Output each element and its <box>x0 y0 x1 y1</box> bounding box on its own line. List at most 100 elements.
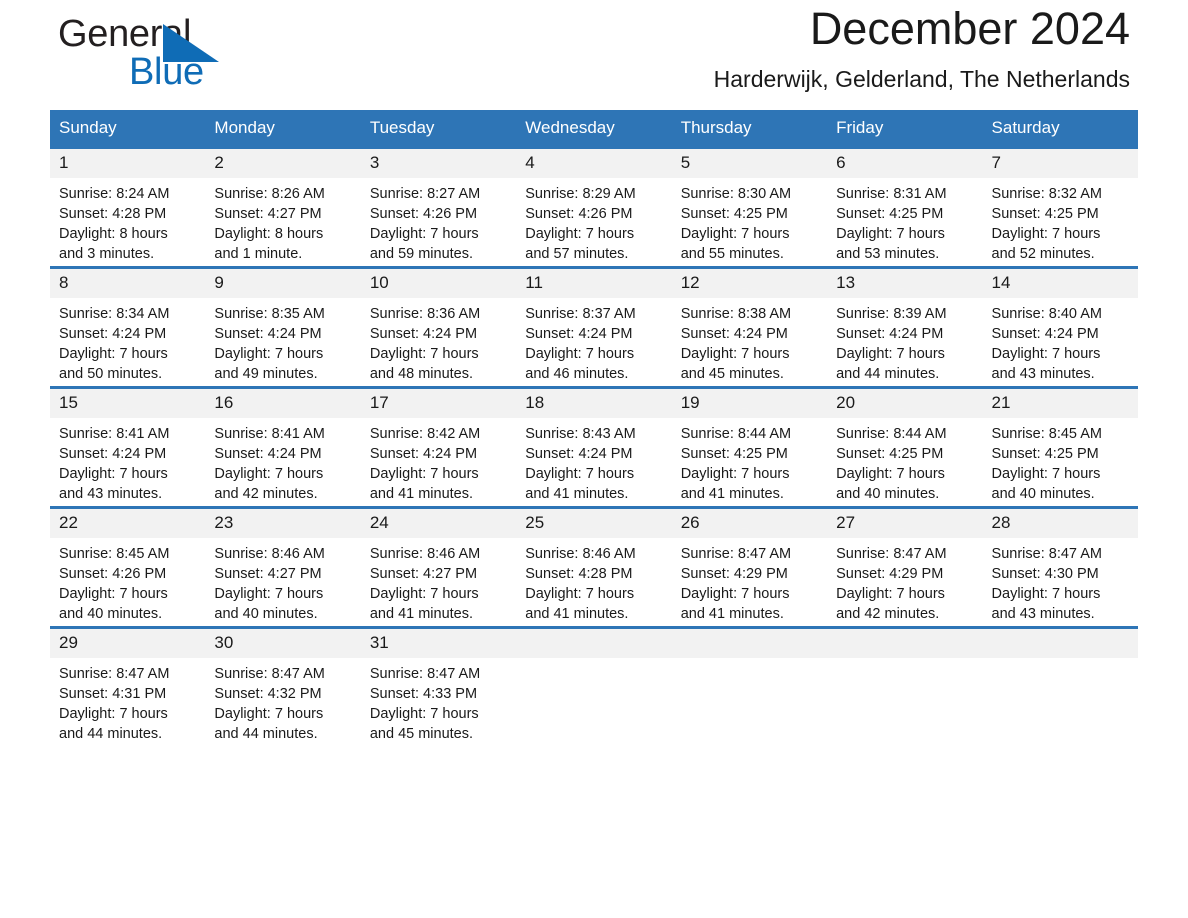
sunset-text: Sunset: 4:25 PM <box>680 446 788 462</box>
daylight-text-line2: and 40 minutes. <box>991 486 1095 502</box>
daylight-text-line1: Daylight: 7 hours <box>214 346 324 362</box>
daylight-text-line1: Daylight: 7 hours <box>369 226 479 242</box>
calendar-day-cell[interactable]: 7 Sunrise: 8:32 AM Sunset: 4:25 PM Daylight… <box>982 146 1138 268</box>
daylight-text-line1: Daylight: 7 hours <box>59 346 168 362</box>
calendar-day-cell[interactable]: 26 Sunrise: 8:47 AM Sunset: 4:29 PM Dayligh… <box>671 506 828 628</box>
calendar-day-cell[interactable]: 29 Sunrise: 8:47 AM Sunset: 4:31 PM Dayligh… <box>50 626 206 746</box>
sunset-text: Sunset: 4:27 PM <box>369 566 478 582</box>
daylight-text-line1: Daylight: 8 hours <box>59 226 168 242</box>
daylight-text-line2: and 52 minutes. <box>991 246 1095 262</box>
calendar-day-cell[interactable]: 11 Sunrise: 8:37 AM Sunset: 4:24 PM Dayligh… <box>516 266 672 388</box>
sunset-text: Sunset: 4:25 PM <box>836 206 944 222</box>
daylight-text-line2: and 45 minutes. <box>680 366 784 382</box>
daylight-text-line1: Daylight: 7 hours <box>525 346 635 362</box>
calendar-day-cell-empty <box>671 626 828 746</box>
calendar-day-cell[interactable]: 10 Sunrise: 8:36 AM Sunset: 4:24 PM Dayligh… <box>360 266 517 388</box>
day-details: Sunrise: 8:34 AM Sunset: 4:24 PM Daylight:… <box>50 298 205 384</box>
sunrise-text: Sunrise: 8:44 AM <box>680 426 792 442</box>
sunset-text: Sunset: 4:24 PM <box>59 446 167 462</box>
sunrise-text: Sunrise: 8:47 AM <box>836 546 947 562</box>
day-details: Sunrise: 8:29 AM Sunset: 4:26 PM Daylight:… <box>516 178 671 264</box>
day-details: Sunrise: 8:31 AM Sunset: 4:25 PM Daylight:… <box>827 178 982 264</box>
calendar-day-cell[interactable]: 15 Sunrise: 8:41 AM Sunset: 4:24 PM Dayligh… <box>50 386 206 508</box>
sunset-text: Sunset: 4:27 PM <box>214 566 322 582</box>
calendar-day-cell[interactable]: 6 Sunrise: 8:31 AM Sunset: 4:25 PM Daylight… <box>827 146 983 268</box>
day-details: Sunrise: 8:44 AM Sunset: 4:25 PM Daylight:… <box>827 418 982 504</box>
day-number <box>982 629 1138 658</box>
sunset-text: Sunset: 4:27 PM <box>214 206 322 222</box>
calendar-day-cell[interactable]: 30 Sunrise: 8:47 AM Sunset: 4:32 PM Dayligh… <box>205 626 361 746</box>
calendar-day-cell[interactable]: 19 Sunrise: 8:44 AM Sunset: 4:25 PM Dayligh… <box>671 386 828 508</box>
calendar-day-cell[interactable]: 31 Sunrise: 8:47 AM Sunset: 4:33 PM Dayligh… <box>360 626 517 746</box>
calendar-day-cell[interactable]: 16 Sunrise: 8:41 AM Sunset: 4:24 PM Dayligh… <box>205 386 361 508</box>
daylight-text-line2: and 40 minutes. <box>59 606 163 622</box>
daylight-text-line1: Daylight: 7 hours <box>369 346 479 362</box>
daylight-text-line2: and 3 minutes. <box>59 246 155 262</box>
page-title: December 2024 <box>809 3 1130 54</box>
general-blue-logo: General Blue <box>58 12 298 96</box>
calendar-day-cell[interactable]: 14 Sunrise: 8:40 AM Sunset: 4:24 PM Dayligh… <box>982 266 1138 388</box>
sunset-text: Sunset: 4:24 PM <box>836 326 944 342</box>
day-number: 20 <box>827 389 983 418</box>
calendar-day-cell[interactable]: 21 Sunrise: 8:45 AM Sunset: 4:25 PM Dayligh… <box>982 386 1138 508</box>
day-details: Sunrise: 8:45 AM Sunset: 4:25 PM Daylight:… <box>983 418 1138 504</box>
calendar-week-row: 22 Sunrise: 8:45 AM Sunset: 4:26 PM Dayligh… <box>50 506 1138 628</box>
day-details: Sunrise: 8:26 AM Sunset: 4:27 PM Daylight:… <box>205 178 360 264</box>
calendar-day-cell[interactable]: 22 Sunrise: 8:45 AM Sunset: 4:26 PM Dayligh… <box>50 506 206 628</box>
weekday-header-row: Sunday Monday Tuesday Wednesday Thursday… <box>50 110 1138 148</box>
day-number: 10 <box>360 269 517 298</box>
sunrise-text: Sunrise: 8:46 AM <box>525 546 636 562</box>
calendar-week-row: 15 Sunrise: 8:41 AM Sunset: 4:24 PM Dayligh… <box>50 386 1138 508</box>
calendar-head: Sunday Monday Tuesday Wednesday Thursday… <box>50 110 1138 148</box>
calendar-body: 1 Sunrise: 8:24 AM Sunset: 4:28 PM Daylight… <box>50 146 1138 746</box>
sunrise-text: Sunrise: 8:47 AM <box>369 666 481 682</box>
day-number <box>671 629 828 658</box>
daylight-text-line2: and 41 minutes. <box>369 606 474 622</box>
calendar-day-cell[interactable]: 28 Sunrise: 8:47 AM Sunset: 4:30 PM Dayligh… <box>982 506 1138 628</box>
calendar-day-cell[interactable]: 1 Sunrise: 8:24 AM Sunset: 4:28 PM Daylight… <box>50 146 206 268</box>
calendar-page: General Blue December 2024 Harderwijk, G… <box>0 0 1188 918</box>
title-block: December 2024 Harderwijk, Gelderland, Th… <box>714 0 1130 96</box>
daylight-text-line1: Daylight: 7 hours <box>59 706 168 722</box>
daylight-text-line2: and 40 minutes. <box>836 486 940 502</box>
daylight-text-line1: Daylight: 7 hours <box>214 586 324 602</box>
calendar-day-cell[interactable]: 25 Sunrise: 8:46 AM Sunset: 4:28 PM Dayligh… <box>516 506 672 628</box>
calendar-day-cell[interactable]: 8 Sunrise: 8:34 AM Sunset: 4:24 PM Daylight… <box>50 266 206 388</box>
day-number: 30 <box>205 629 361 658</box>
calendar-day-cell[interactable]: 20 Sunrise: 8:44 AM Sunset: 4:25 PM Dayligh… <box>827 386 983 508</box>
calendar-day-cell[interactable]: 18 Sunrise: 8:43 AM Sunset: 4:24 PM Dayligh… <box>516 386 672 508</box>
day-number: 22 <box>50 509 206 538</box>
day-details: Sunrise: 8:36 AM Sunset: 4:24 PM Daylight:… <box>361 298 516 384</box>
daylight-text-line2: and 44 minutes. <box>59 726 163 742</box>
day-details: Sunrise: 8:47 AM Sunset: 4:29 PM Daylight:… <box>827 538 982 624</box>
sunset-text: Sunset: 4:26 PM <box>369 206 478 222</box>
daylight-text-line1: Daylight: 7 hours <box>214 466 324 482</box>
calendar-day-cell[interactable]: 4 Sunrise: 8:29 AM Sunset: 4:26 PM Daylight… <box>516 146 672 268</box>
calendar-day-cell[interactable]: 27 Sunrise: 8:47 AM Sunset: 4:29 PM Dayligh… <box>827 506 983 628</box>
calendar-day-cell[interactable]: 9 Sunrise: 8:35 AM Sunset: 4:24 PM Daylight… <box>205 266 361 388</box>
calendar-day-cell[interactable]: 3 Sunrise: 8:27 AM Sunset: 4:26 PM Daylight… <box>360 146 517 268</box>
calendar-day-cell[interactable]: 12 Sunrise: 8:38 AM Sunset: 4:24 PM Dayligh… <box>671 266 828 388</box>
daylight-text-line1: Daylight: 7 hours <box>525 226 635 242</box>
day-number: 5 <box>671 149 828 178</box>
daylight-text-line1: Daylight: 7 hours <box>991 346 1101 362</box>
calendar-day-cell[interactable]: 23 Sunrise: 8:46 AM Sunset: 4:27 PM Dayligh… <box>205 506 361 628</box>
calendar-day-cell[interactable]: 5 Sunrise: 8:30 AM Sunset: 4:25 PM Daylight… <box>671 146 828 268</box>
day-details: Sunrise: 8:41 AM Sunset: 4:24 PM Daylight:… <box>50 418 205 504</box>
sunrise-text: Sunrise: 8:35 AM <box>214 306 325 322</box>
weekday-header-friday: Friday <box>827 110 983 148</box>
sunset-text: Sunset: 4:33 PM <box>369 686 478 702</box>
daylight-text-line2: and 1 minute. <box>214 246 303 262</box>
daylight-text-line1: Daylight: 7 hours <box>836 226 945 242</box>
sunset-text: Sunset: 4:25 PM <box>991 446 1099 462</box>
calendar-day-cell[interactable]: 17 Sunrise: 8:42 AM Sunset: 4:24 PM Dayligh… <box>360 386 517 508</box>
calendar-day-cell[interactable]: 24 Sunrise: 8:46 AM Sunset: 4:27 PM Dayligh… <box>360 506 517 628</box>
sunset-text: Sunset: 4:24 PM <box>369 446 478 462</box>
calendar-week-row: 1 Sunrise: 8:24 AM Sunset: 4:28 PM Daylight… <box>50 146 1138 268</box>
calendar-day-cell[interactable]: 13 Sunrise: 8:39 AM Sunset: 4:24 PM Dayligh… <box>827 266 983 388</box>
sunrise-text: Sunrise: 8:47 AM <box>680 546 792 562</box>
calendar-table: Sunday Monday Tuesday Wednesday Thursday… <box>50 110 1138 746</box>
calendar-day-cell[interactable]: 2 Sunrise: 8:26 AM Sunset: 4:27 PM Daylight… <box>205 146 361 268</box>
sunset-text: Sunset: 4:24 PM <box>525 446 633 462</box>
day-details: Sunrise: 8:30 AM Sunset: 4:25 PM Daylight:… <box>672 178 827 264</box>
